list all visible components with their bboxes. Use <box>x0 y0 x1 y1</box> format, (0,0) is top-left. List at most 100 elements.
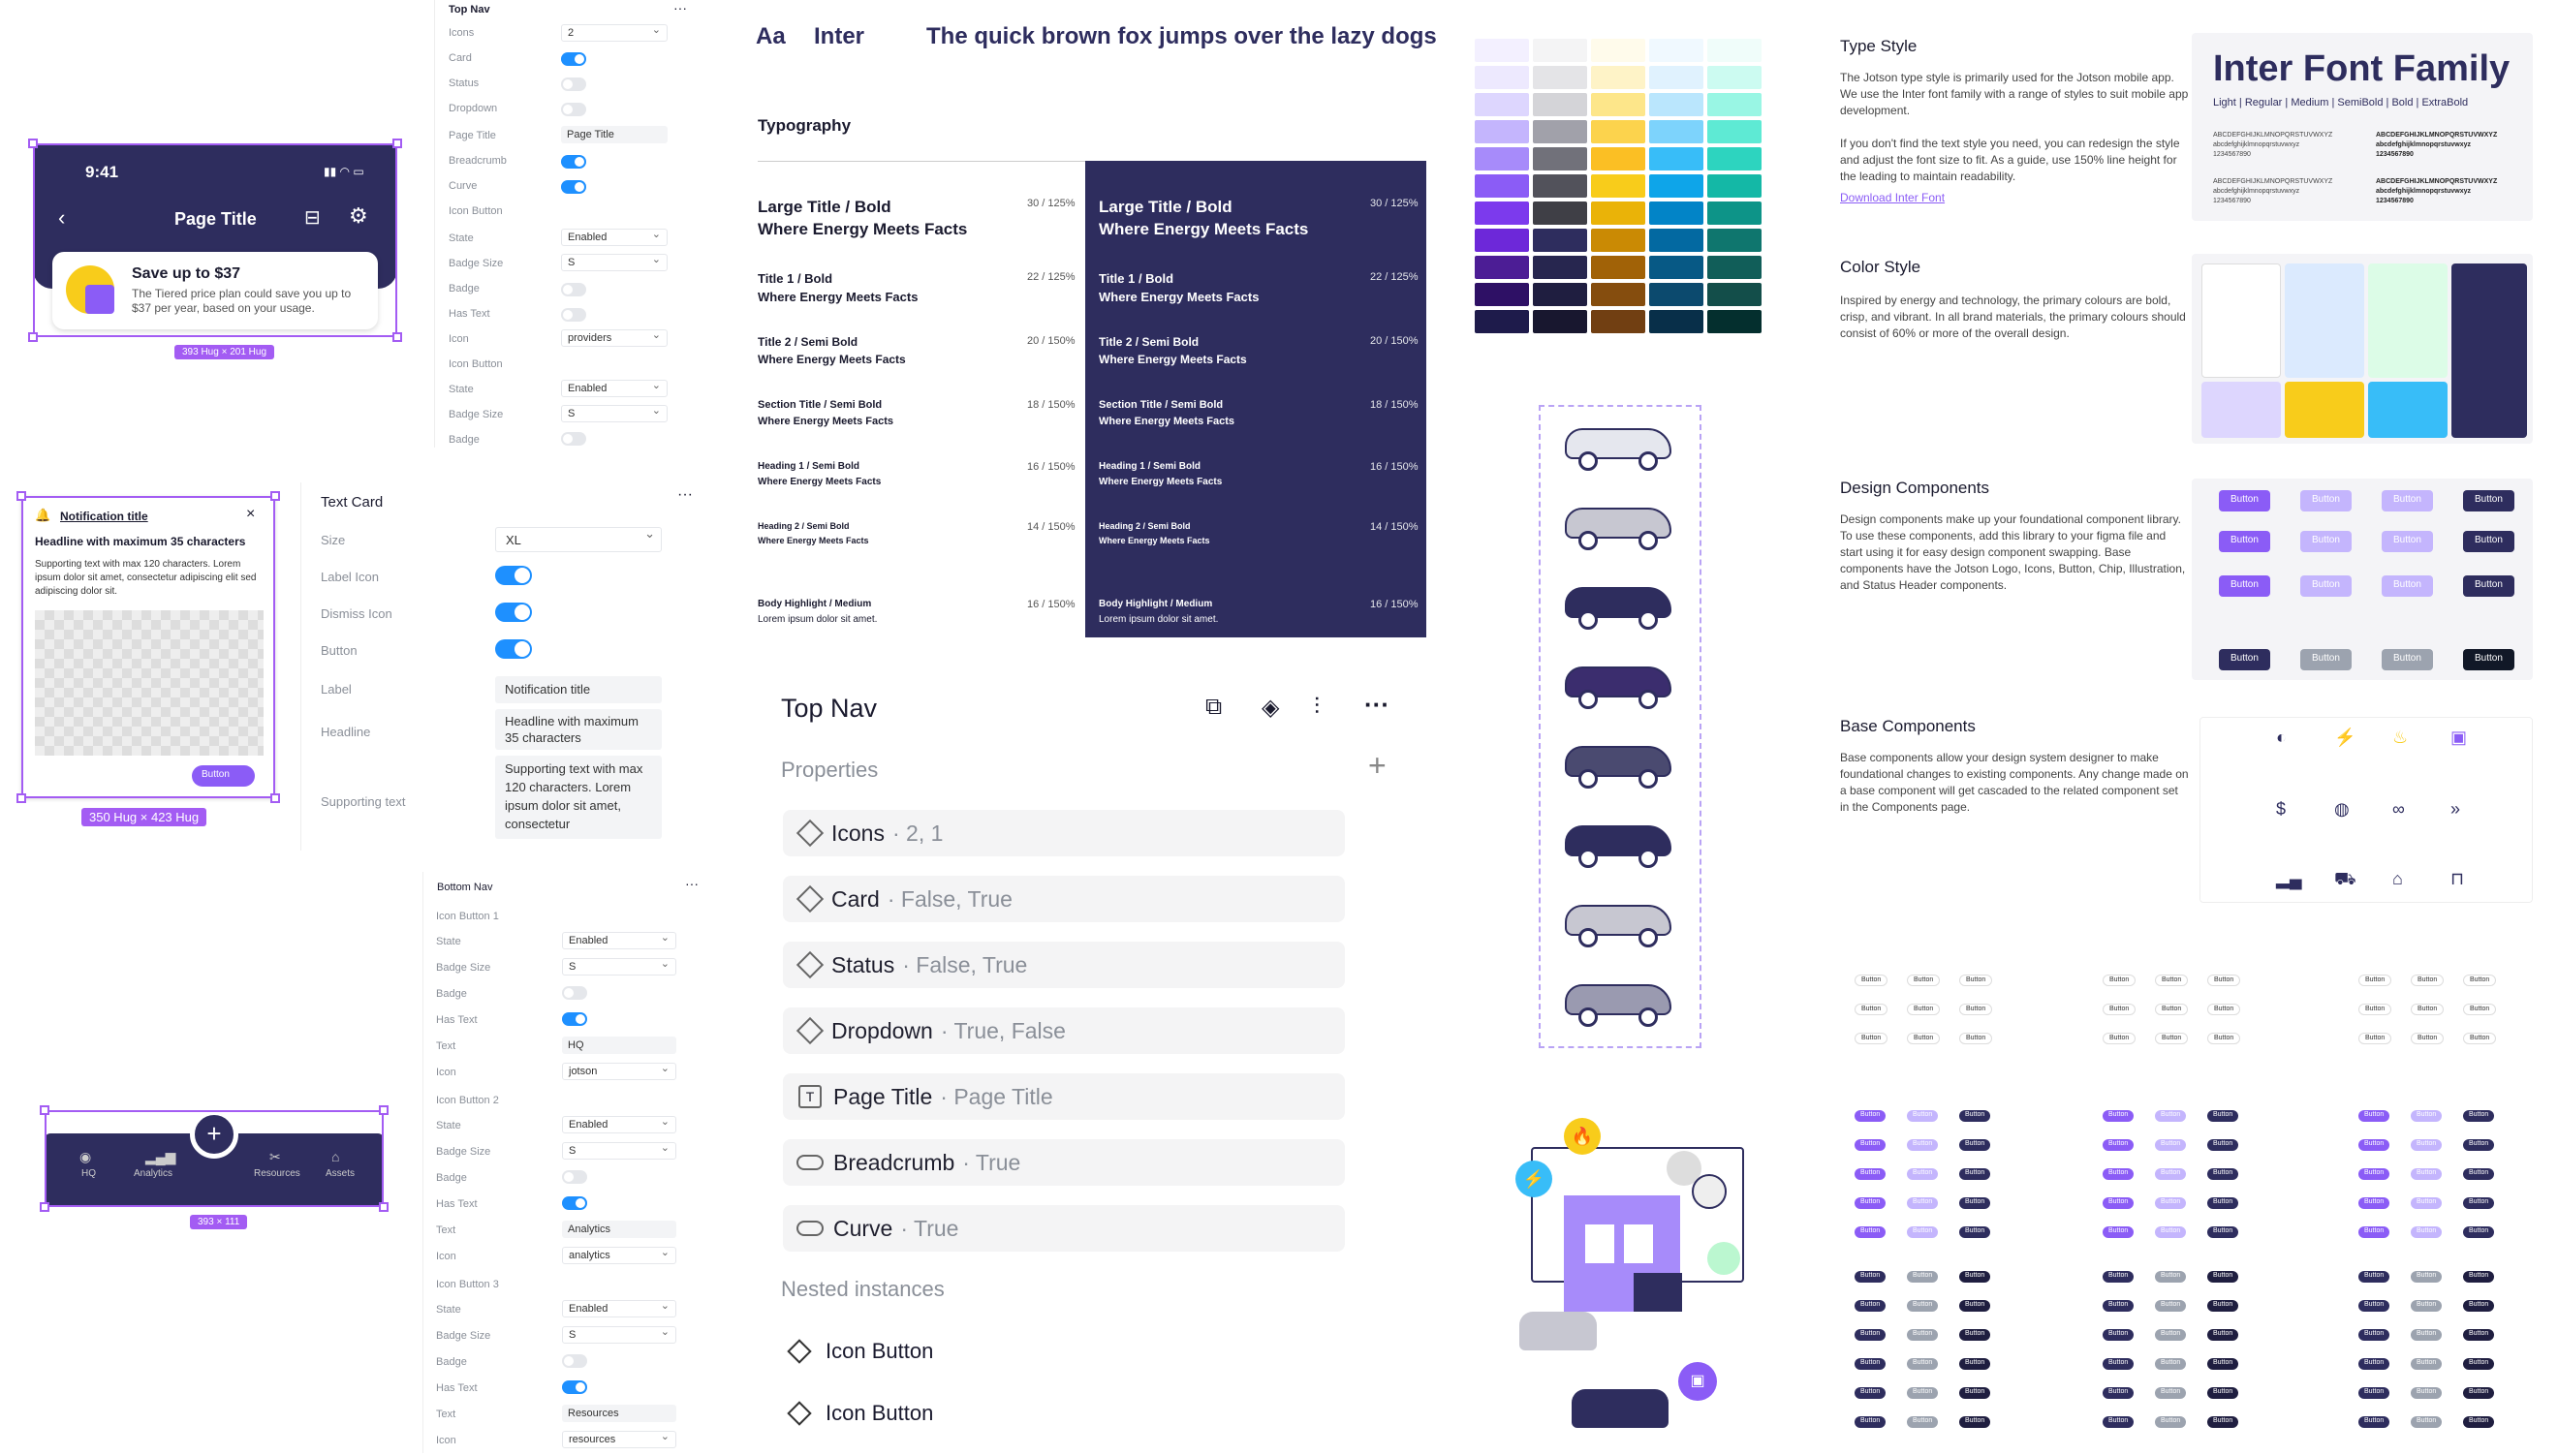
mini-button-outline[interactable]: Button <box>1959 1033 1993 1044</box>
mini-button-filled[interactable]: Button <box>2155 1168 2187 1180</box>
state-select[interactable]: Enabled <box>562 931 676 949</box>
mini-button-filled[interactable]: Button <box>1907 1168 1939 1180</box>
mini-button-outline[interactable]: Button <box>1907 1033 1941 1044</box>
mini-button-dark[interactable]: Button <box>2463 1416 2495 1428</box>
mini-button-filled[interactable]: Button <box>2155 1226 2187 1238</box>
mini-button-dark[interactable]: Button <box>2463 1387 2495 1399</box>
more-icon[interactable]: ··· <box>685 876 699 891</box>
mini-button-outline[interactable]: Button <box>2103 975 2137 986</box>
badge-size-select-1[interactable]: S <box>561 253 668 271</box>
label-icon-toggle[interactable] <box>495 566 532 585</box>
mini-button-filled[interactable]: Button <box>2463 1197 2495 1209</box>
mini-button-outline[interactable]: Button <box>1855 975 1888 986</box>
mini-button-dark[interactable]: Button <box>1959 1329 1991 1341</box>
mini-button-filled[interactable]: Button <box>2358 1110 2390 1122</box>
component-button[interactable]: Button <box>2463 649 2514 670</box>
mini-button-outline[interactable]: Button <box>2207 975 2241 986</box>
mini-button-filled[interactable]: Button <box>2207 1110 2239 1122</box>
mini-button-outline[interactable]: Button <box>2358 975 2392 986</box>
component-button[interactable]: Button <box>2463 490 2514 511</box>
mini-button-filled[interactable]: Button <box>1855 1197 1887 1209</box>
nested-item-1[interactable]: Icon Button <box>787 1339 933 1364</box>
property-row[interactable]: Status · False, True <box>783 942 1345 988</box>
mini-button-outline[interactable]: Button <box>2411 1004 2445 1015</box>
mini-button-dark[interactable]: Button <box>2463 1300 2495 1312</box>
state-select-2[interactable]: Enabled <box>561 379 668 397</box>
mini-button-filled[interactable]: Button <box>2358 1226 2390 1238</box>
more-icon[interactable]: ··· <box>673 0 687 15</box>
mini-button-dark[interactable]: Button <box>2411 1387 2443 1399</box>
more-icon[interactable]: ··· <box>1364 690 1389 720</box>
mini-button-outline[interactable]: Button <box>1855 1004 1888 1015</box>
mini-button-filled[interactable]: Button <box>1959 1168 1991 1180</box>
mini-button-dark[interactable]: Button <box>2207 1271 2239 1283</box>
mini-button-filled[interactable]: Button <box>2463 1226 2495 1238</box>
add-property-icon[interactable]: + <box>1368 748 1387 784</box>
mini-button-outline[interactable]: Button <box>2463 1033 2497 1044</box>
mini-button-dark[interactable]: Button <box>2155 1271 2187 1283</box>
mini-button-filled[interactable]: Button <box>2155 1110 2187 1122</box>
property-row[interactable]: T Page Title · Page Title <box>783 1073 1345 1120</box>
mini-button-dark[interactable]: Button <box>1907 1416 1939 1428</box>
mini-button-dark[interactable]: Button <box>2207 1329 2239 1341</box>
component-button[interactable]: Button <box>2382 490 2433 511</box>
mini-button-dark[interactable]: Button <box>2103 1416 2135 1428</box>
breadcrumb-toggle[interactable] <box>561 155 586 169</box>
mini-button-filled[interactable]: Button <box>2463 1168 2495 1180</box>
mini-button-filled[interactable]: Button <box>2103 1139 2135 1151</box>
mini-button-dark[interactable]: Button <box>2463 1329 2495 1341</box>
mini-button-dark[interactable]: Button <box>2155 1358 2187 1370</box>
mini-button-dark[interactable]: Button <box>2207 1416 2239 1428</box>
mini-button-filled[interactable]: Button <box>2411 1139 2443 1151</box>
mini-button-dark[interactable]: Button <box>2155 1300 2187 1312</box>
card-toggle[interactable] <box>561 52 586 66</box>
mini-button-outline[interactable]: Button <box>2358 1033 2392 1044</box>
mini-button-filled[interactable]: Button <box>1855 1168 1887 1180</box>
component-button[interactable]: Button <box>2300 490 2352 511</box>
badge-size-select-2[interactable]: S <box>561 404 668 422</box>
badge-toggle-2[interactable] <box>561 432 586 446</box>
dropdown-toggle[interactable] <box>561 103 586 116</box>
mini-button-dark[interactable]: Button <box>2207 1358 2239 1370</box>
mini-button-filled[interactable]: Button <box>2358 1197 2390 1209</box>
curve-toggle[interactable] <box>561 180 586 194</box>
page-title-field[interactable]: Page Title <box>561 126 668 143</box>
state-select[interactable]: Enabled <box>562 1115 676 1133</box>
icons-select[interactable]: 2 <box>561 23 668 42</box>
mini-button-dark[interactable]: Button <box>2463 1271 2495 1283</box>
mini-button-dark[interactable]: Button <box>1855 1358 1887 1370</box>
mini-button-filled[interactable]: Button <box>2207 1197 2239 1209</box>
mini-button-dark[interactable]: Button <box>1959 1300 1991 1312</box>
mini-button-dark[interactable]: Button <box>2411 1358 2443 1370</box>
mini-button-dark[interactable]: Button <box>2463 1358 2495 1370</box>
has_text-toggle[interactable] <box>562 1380 587 1394</box>
mini-button-filled[interactable]: Button <box>2463 1110 2495 1122</box>
mini-button-filled[interactable]: Button <box>1855 1110 1887 1122</box>
property-row[interactable]: Icons · 2, 1 <box>783 810 1345 856</box>
mini-button-filled[interactable]: Button <box>2103 1168 2135 1180</box>
mini-button-dark[interactable]: Button <box>1959 1358 1991 1370</box>
mini-button-dark[interactable]: Button <box>2207 1300 2239 1312</box>
mini-button-dark[interactable]: Button <box>2103 1358 2135 1370</box>
mini-button-outline[interactable]: Button <box>2155 1033 2189 1044</box>
sliders-icon[interactable]: ⫶ <box>1314 694 1320 721</box>
mini-button-dark[interactable]: Button <box>2358 1271 2390 1283</box>
mini-button-dark[interactable]: Button <box>2155 1416 2187 1428</box>
property-row[interactable]: Card · False, True <box>783 876 1345 922</box>
component-button[interactable]: Button <box>2300 575 2352 597</box>
label-field[interactable]: Notification title <box>495 676 662 703</box>
mini-button-dark[interactable]: Button <box>2411 1300 2443 1312</box>
mini-button-filled[interactable]: Button <box>1959 1139 1991 1151</box>
badge_size-select[interactable]: S <box>562 1325 676 1344</box>
mini-button-outline[interactable]: Button <box>2463 975 2497 986</box>
has-text-toggle-1[interactable] <box>561 308 586 322</box>
component-button[interactable]: Button <box>2463 575 2514 597</box>
mini-button-dark[interactable]: Button <box>2411 1416 2443 1428</box>
mini-button-filled[interactable]: Button <box>2207 1226 2239 1238</box>
property-row[interactable]: Dropdown · True, False <box>783 1007 1345 1054</box>
text-field[interactable]: Analytics <box>562 1221 676 1238</box>
download-font-link[interactable]: Download Inter Font <box>1840 191 1945 204</box>
mini-button-outline[interactable]: Button <box>2155 975 2189 986</box>
supporting-field[interactable]: Supporting text with max 120 characters.… <box>495 756 662 839</box>
mini-button-filled[interactable]: Button <box>1959 1197 1991 1209</box>
